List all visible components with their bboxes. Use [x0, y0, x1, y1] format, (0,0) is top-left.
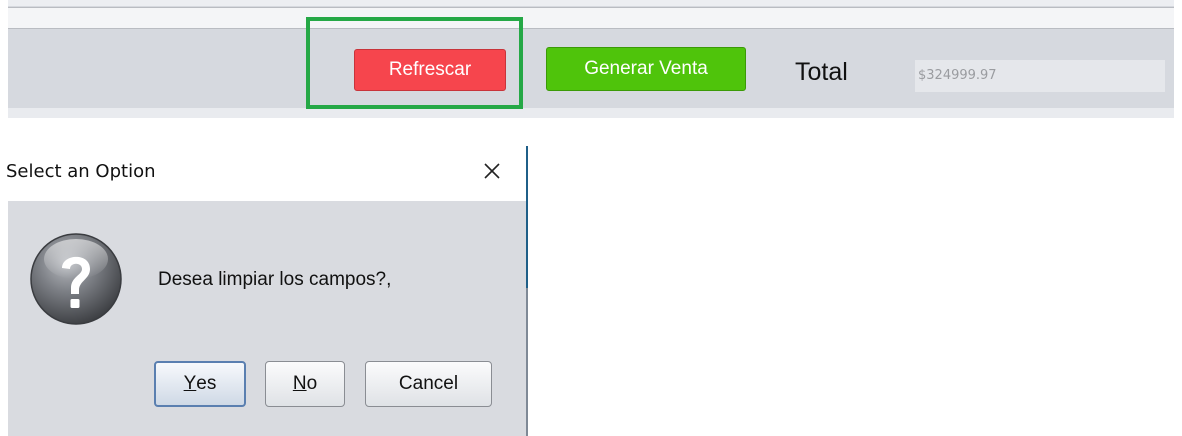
toolbar-edge	[8, 0, 1174, 6]
confirm-dialog: Select an Option Desea limpiar los campo…	[0, 143, 528, 436]
no-label-rest: o	[306, 373, 318, 394]
toolbar: Refrescar Generar Venta Total $324999.97	[8, 0, 1174, 118]
dialog-titlebar: Select an Option	[0, 143, 526, 201]
question-icon	[29, 232, 123, 326]
dialog-title: Select an Option	[6, 161, 156, 182]
close-icon[interactable]	[478, 157, 506, 185]
yes-mnemonic: Y	[183, 373, 197, 394]
window-edge-accent	[526, 146, 528, 288]
dialog-message: Desea limpiar los campos?,	[158, 269, 392, 290]
yes-label-rest: es	[196, 373, 217, 394]
no-mnemonic: N	[292, 373, 307, 394]
divider	[8, 7, 1174, 8]
total-label: Total	[795, 58, 848, 86]
no-button[interactable]: No	[265, 361, 345, 407]
refresh-button[interactable]: Refrescar	[354, 49, 506, 91]
total-field[interactable]: $324999.97	[915, 60, 1165, 92]
yes-button[interactable]: Yes	[154, 361, 246, 407]
app-window: Refrescar Generar Venta Total $324999.97…	[0, 0, 1182, 436]
cancel-button[interactable]: Cancel	[365, 361, 492, 407]
generate-sale-button[interactable]: Generar Venta	[546, 47, 746, 91]
divider	[8, 28, 1174, 29]
toolbar-separator-strip	[8, 8, 1174, 28]
toolbar-bottom-edge	[8, 108, 1174, 118]
